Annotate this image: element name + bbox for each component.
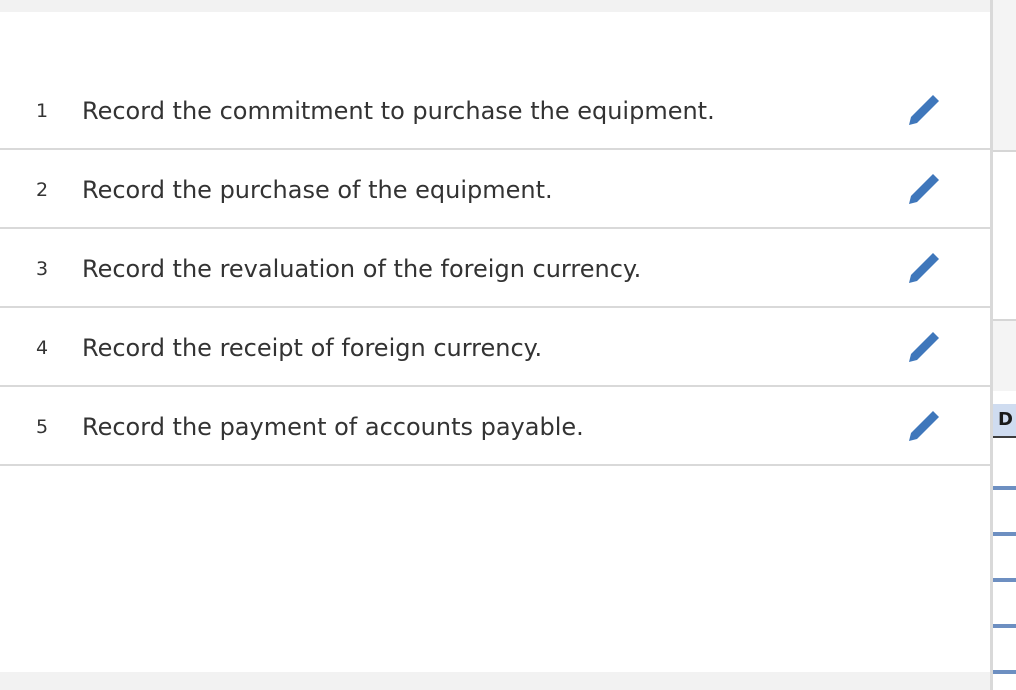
task-row: 3 Record the revaluation of the foreign … bbox=[0, 229, 990, 308]
pencil-icon bbox=[909, 253, 939, 283]
side-panel: D bbox=[993, 0, 1016, 690]
task-number: 3 bbox=[36, 258, 49, 280]
side-panel-input-line[interactable] bbox=[993, 486, 1016, 490]
side-panel-mid-region bbox=[993, 321, 1016, 391]
pencil-icon bbox=[909, 174, 939, 204]
task-label: Record the commitment to purchase the eq… bbox=[82, 97, 715, 125]
side-panel-divider bbox=[993, 150, 1016, 152]
top-band bbox=[0, 0, 992, 12]
edit-button[interactable] bbox=[905, 407, 943, 445]
task-row: 2 Record the purchase of the equipment. bbox=[0, 150, 990, 229]
task-row: 4 Record the receipt of foreign currency… bbox=[0, 308, 990, 387]
task-list: 1 Record the commitment to purchase the … bbox=[0, 71, 990, 466]
edit-button[interactable] bbox=[905, 328, 943, 366]
edit-button[interactable] bbox=[905, 249, 943, 287]
task-number: 2 bbox=[36, 179, 49, 201]
task-number: 4 bbox=[36, 337, 49, 359]
task-row: 1 Record the commitment to purchase the … bbox=[0, 71, 990, 150]
task-number: 1 bbox=[36, 100, 49, 122]
side-panel-input-line[interactable] bbox=[993, 578, 1016, 582]
pencil-icon bbox=[909, 332, 939, 362]
task-number: 5 bbox=[36, 416, 49, 438]
bottom-band bbox=[0, 672, 992, 690]
task-label: Record the purchase of the equipment. bbox=[82, 176, 553, 204]
side-panel-input-line[interactable] bbox=[993, 532, 1016, 536]
edit-button[interactable] bbox=[905, 170, 943, 208]
side-panel-input-line[interactable] bbox=[993, 624, 1016, 628]
task-label: Record the payment of accounts payable. bbox=[82, 413, 584, 441]
task-row: 5 Record the payment of accounts payable… bbox=[0, 387, 990, 466]
task-label: Record the receipt of foreign currency. bbox=[82, 334, 543, 362]
task-label: Record the revaluation of the foreign cu… bbox=[82, 255, 642, 283]
pencil-icon bbox=[909, 95, 939, 125]
side-panel-top-region bbox=[993, 0, 1016, 150]
edit-button[interactable] bbox=[905, 91, 943, 129]
side-panel-input-line[interactable] bbox=[993, 670, 1016, 674]
side-panel-column-header: D bbox=[993, 404, 1016, 438]
pencil-icon bbox=[909, 411, 939, 441]
